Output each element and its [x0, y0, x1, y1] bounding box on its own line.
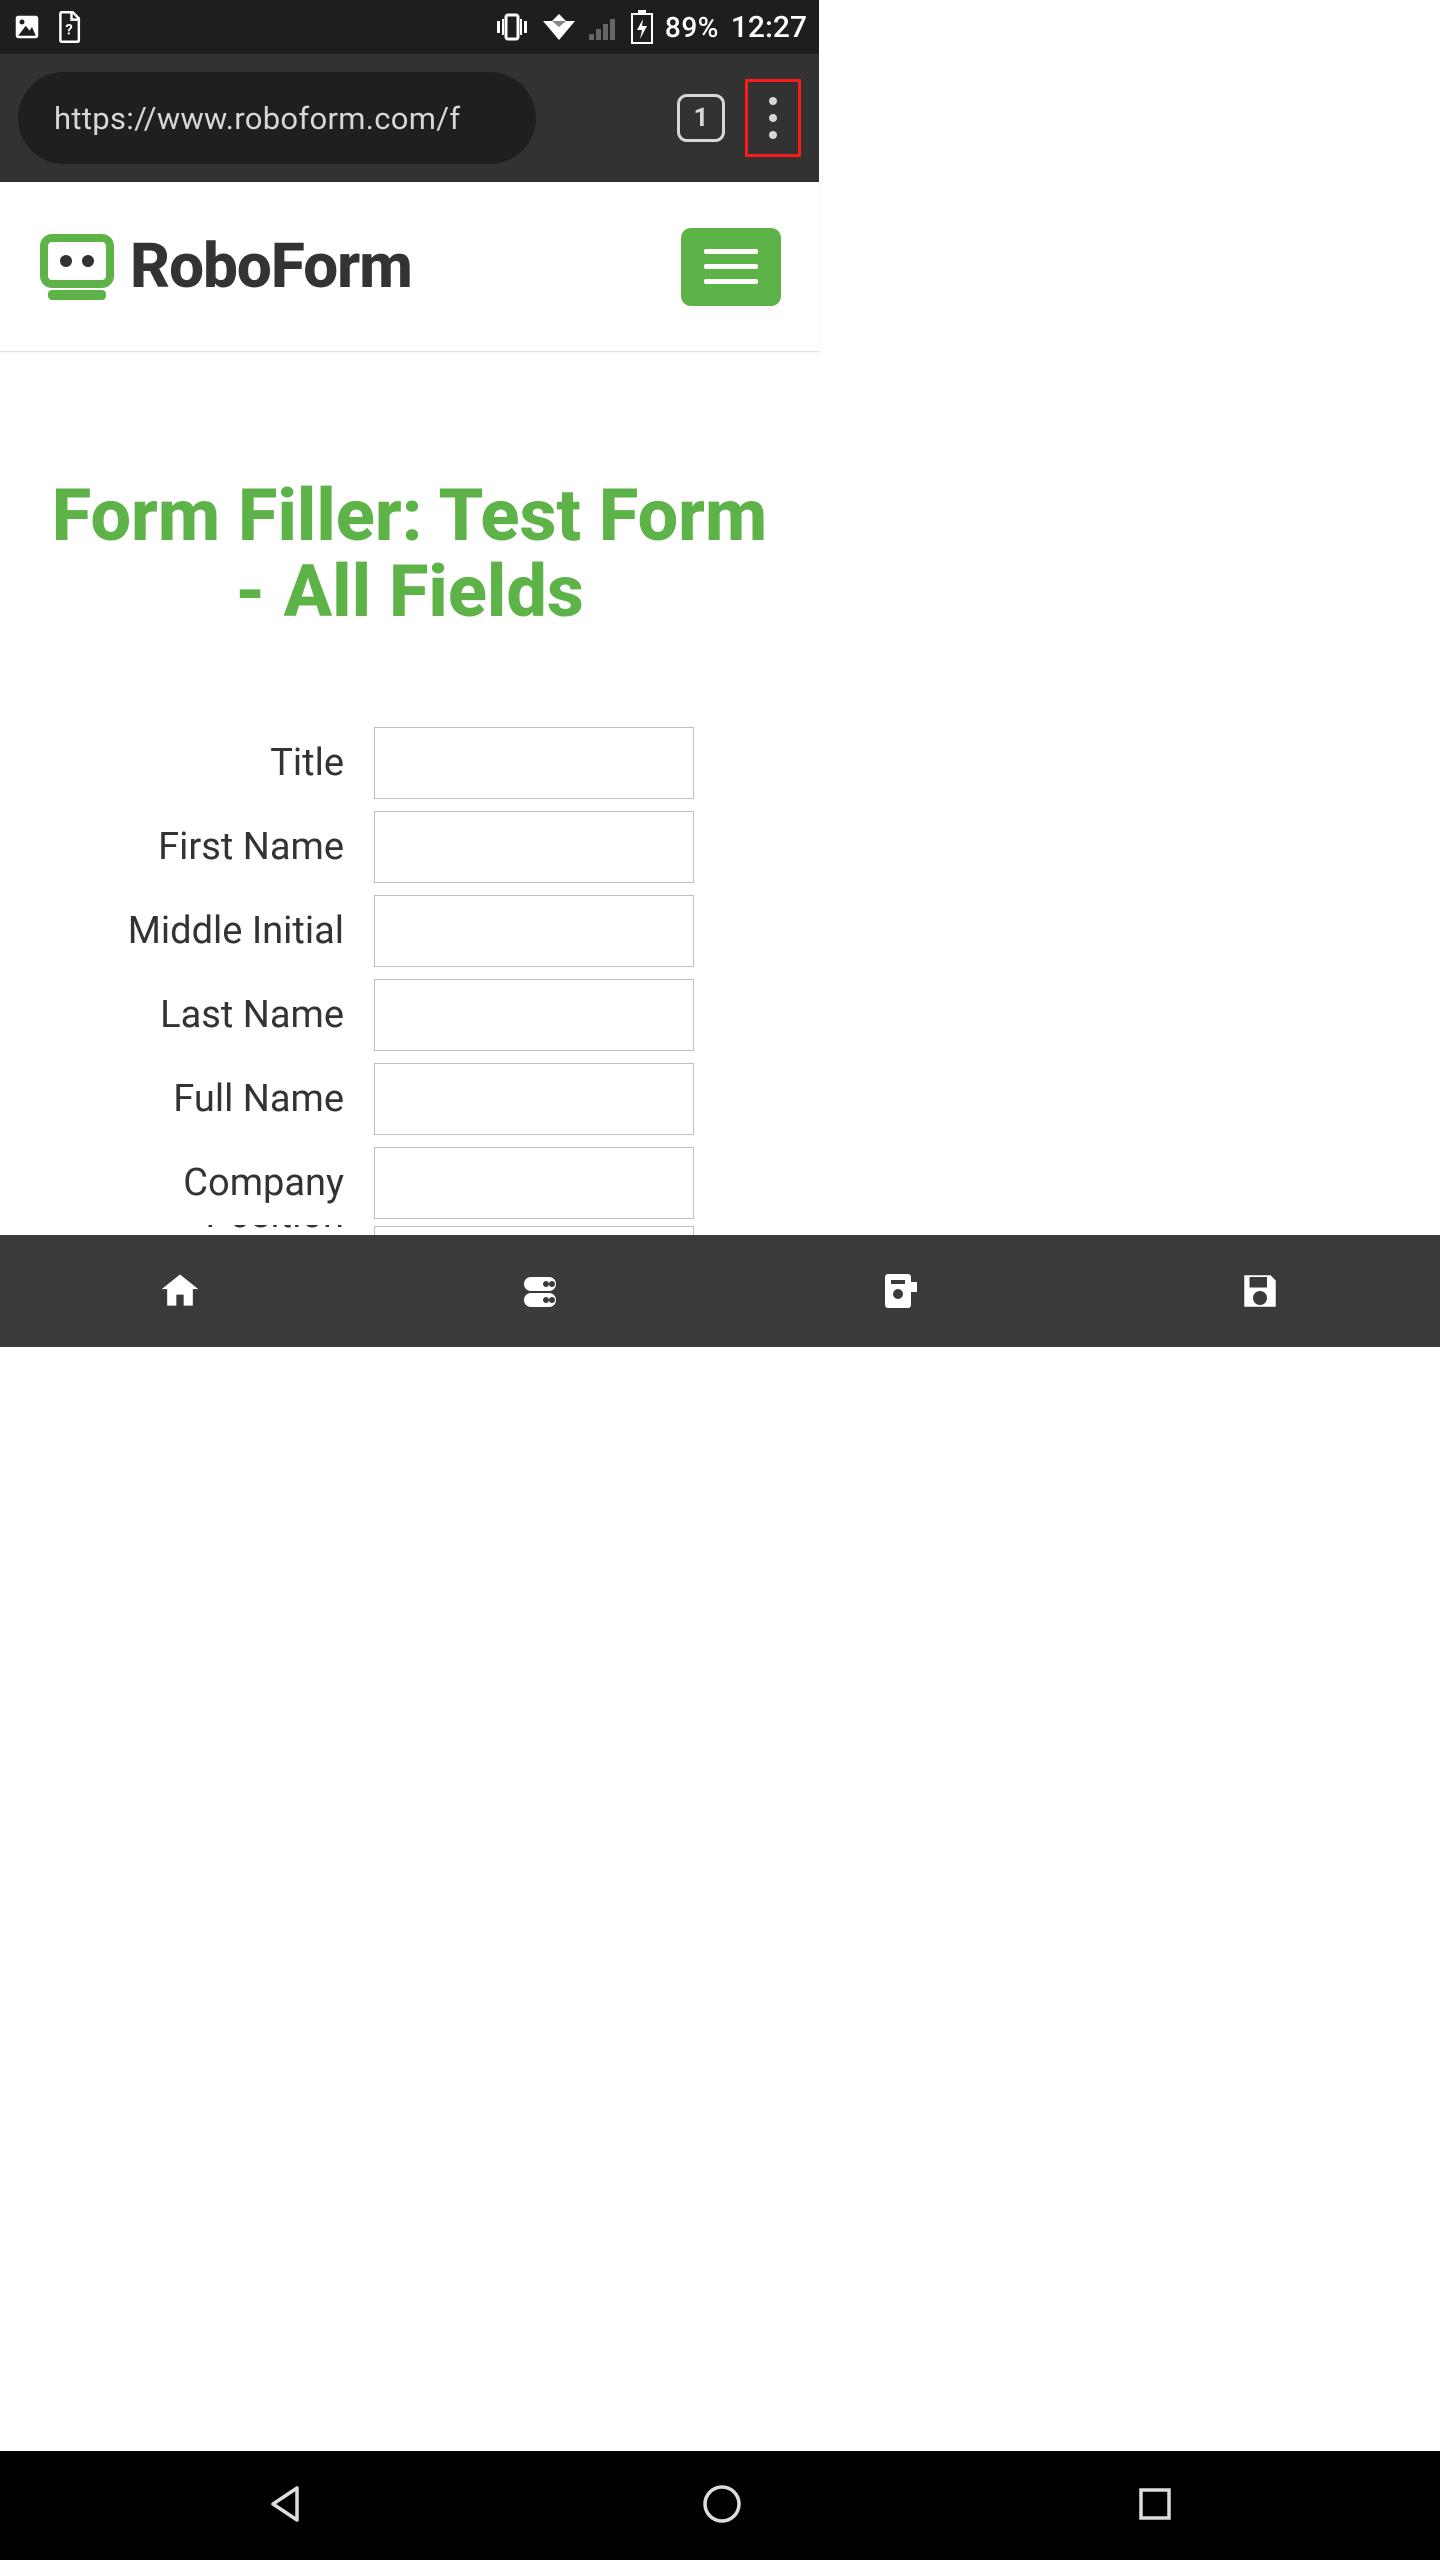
status-clock: 12:27: [731, 10, 807, 45]
tab-count-value: 1: [694, 103, 709, 133]
file-notification-icon: ?: [54, 11, 84, 43]
form-row-last-name: Last Name: [0, 973, 819, 1057]
back-button[interactable]: [265, 2482, 309, 2530]
page-content: Form Filler: Test Form - All Fields Titl…: [0, 352, 819, 1249]
hamburger-icon: [704, 249, 758, 254]
label-first-name: First Name: [0, 825, 374, 869]
input-full-name[interactable]: [374, 1063, 694, 1135]
battery-charging-icon: [631, 10, 653, 44]
site-header: RoboForm: [0, 182, 819, 352]
image-notification-icon: [12, 12, 42, 42]
safenotes-button[interactable]: [720, 1235, 1080, 1347]
app-bottom-bar: [0, 1235, 1440, 1347]
test-form: Title First Name Middle Initial Last Nam…: [0, 721, 819, 1249]
url-bar[interactable]: https://www.roboform.com/f: [18, 72, 536, 164]
label-middle-initial: Middle Initial: [0, 909, 374, 953]
input-title[interactable]: [374, 727, 694, 799]
url-text: https://www.roboform.com/f: [54, 100, 460, 137]
page-title: Form Filler: Test Form - All Fields: [0, 478, 819, 629]
label-title: Title: [0, 741, 374, 785]
save-icon: [1239, 1270, 1281, 1312]
site-menu-button[interactable]: [681, 228, 781, 306]
label-full-name: Full Name: [0, 1077, 374, 1121]
browser-toolbar: https://www.roboform.com/f 1: [0, 54, 819, 182]
signal-icon: [589, 14, 619, 40]
svg-text:?: ?: [65, 20, 72, 38]
password-list-icon: [518, 1269, 562, 1313]
browser-menu-button[interactable]: [745, 79, 801, 157]
home-button[interactable]: [0, 1235, 360, 1347]
form-row-middle-initial: Middle Initial: [0, 889, 819, 973]
input-middle-initial[interactable]: [374, 895, 694, 967]
label-company: Company: [0, 1161, 374, 1205]
home-nav-button[interactable]: [700, 2482, 744, 2530]
save-button[interactable]: [1080, 1235, 1440, 1347]
vault-icon: [877, 1268, 923, 1314]
tab-switcher-button[interactable]: 1: [677, 94, 725, 142]
site-logo[interactable]: RoboForm: [38, 228, 412, 306]
wifi-icon: [541, 13, 577, 41]
android-nav-bar: [0, 2451, 1440, 2560]
form-row-title: Title: [0, 721, 819, 805]
battery-percentage: 89%: [665, 11, 719, 44]
form-row-company: Company: [0, 1141, 819, 1225]
vibrate-icon: [495, 13, 529, 41]
input-first-name[interactable]: [374, 811, 694, 883]
square-icon: [1135, 2484, 1175, 2524]
roboform-logo-icon: [38, 228, 116, 306]
form-row-full-name: Full Name: [0, 1057, 819, 1141]
input-company[interactable]: [374, 1147, 694, 1219]
circle-icon: [700, 2482, 744, 2526]
back-icon: [265, 2482, 309, 2526]
input-last-name[interactable]: [374, 979, 694, 1051]
home-icon: [158, 1269, 202, 1313]
form-row-first-name: First Name: [0, 805, 819, 889]
brand-text: RoboForm: [130, 230, 412, 303]
passwords-button[interactable]: [360, 1235, 720, 1347]
label-last-name: Last Name: [0, 993, 374, 1037]
recent-apps-button[interactable]: [1135, 2484, 1175, 2528]
more-vert-icon: [769, 97, 777, 139]
android-status-bar: ? 89% 12:27: [0, 0, 819, 54]
